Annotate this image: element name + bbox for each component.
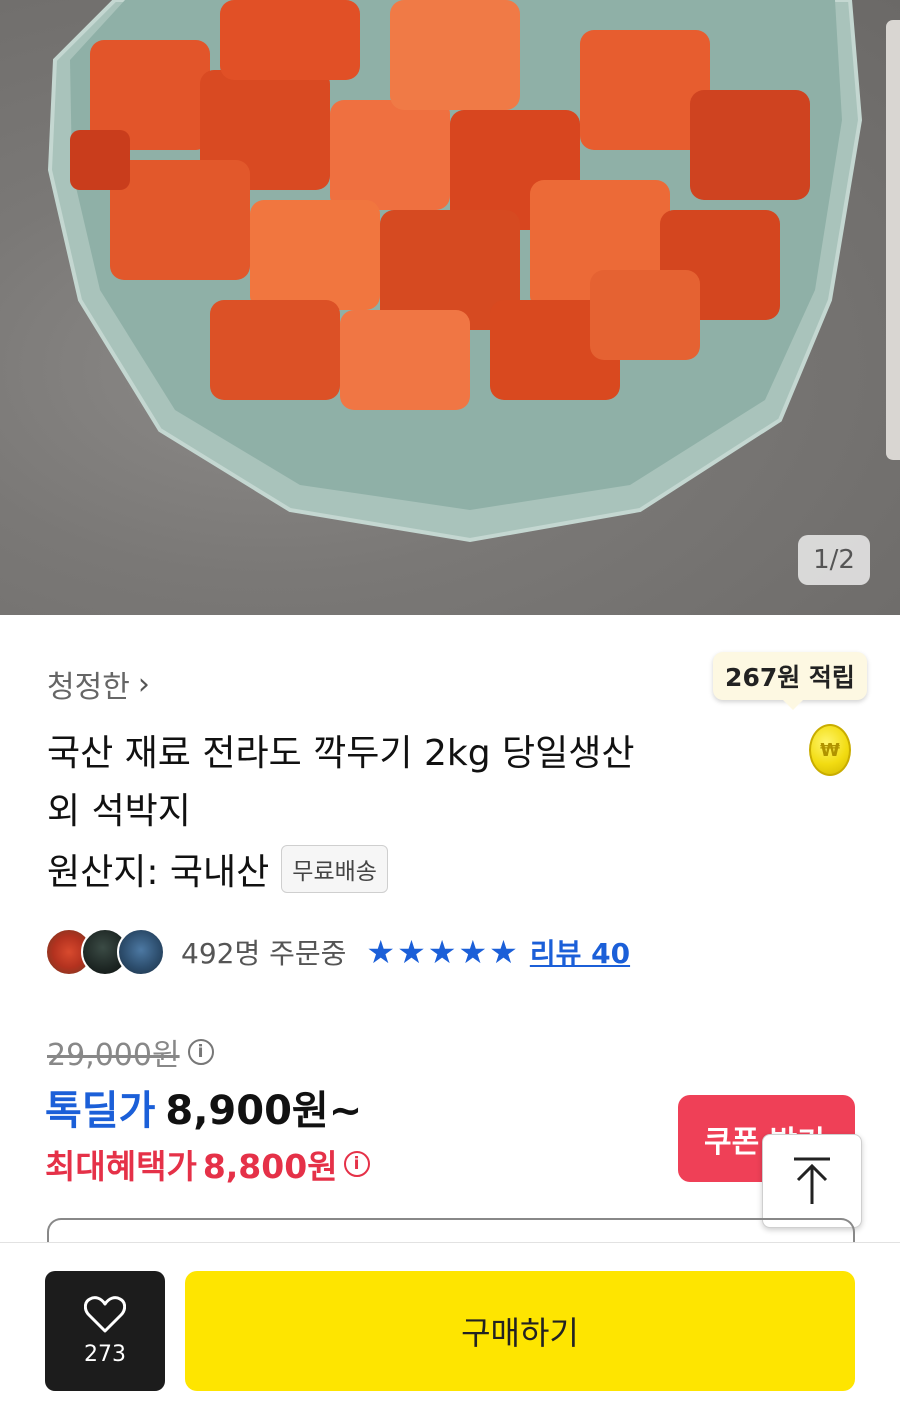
deal-label: 톡딜가 bbox=[45, 1088, 156, 1134]
info-icon[interactable]: i bbox=[343, 1151, 370, 1177]
seller-link[interactable]: 청정한 › bbox=[47, 662, 150, 706]
reward-label: 267원 적립 bbox=[725, 663, 855, 692]
chevron-right-icon: › bbox=[137, 666, 150, 702]
max-benefit-price: 8,800원 bbox=[202, 1147, 338, 1186]
product-title-line2: 외 석박지 bbox=[47, 791, 191, 832]
buyer-avatars bbox=[45, 928, 165, 976]
scroll-to-top-button[interactable] bbox=[762, 1134, 862, 1228]
bottom-action-bar: 273 구매하기 bbox=[0, 1242, 900, 1401]
star-icon: ★ bbox=[489, 933, 518, 971]
info-icon[interactable]: i bbox=[187, 1039, 214, 1065]
rating-stars: ★ ★ ★ ★ ★ bbox=[366, 933, 517, 971]
coin-icon[interactable]: ₩ bbox=[809, 724, 851, 776]
like-button[interactable]: 273 bbox=[45, 1271, 165, 1391]
buy-button[interactable]: 구매하기 bbox=[185, 1271, 855, 1391]
order-count: 492명 주문중 bbox=[181, 937, 347, 970]
social-row: 492명 주문중 ★ ★ ★ ★ ★ 리뷰 40 bbox=[45, 928, 630, 976]
original-price-row: 29,000원 i bbox=[47, 1030, 214, 1074]
product-image[interactable]: 1/2 bbox=[0, 0, 900, 615]
seller-name: 청정한 bbox=[47, 670, 130, 705]
heart-icon bbox=[84, 1295, 126, 1332]
deal-price: 8,900원~ bbox=[165, 1088, 363, 1134]
original-price: 29,000원 bbox=[47, 1038, 180, 1073]
image-page-indicator: 1/2 bbox=[798, 535, 870, 585]
max-benefit-label: 최대혜택가 bbox=[45, 1147, 197, 1186]
star-icon: ★ bbox=[427, 933, 457, 971]
product-title: 국산 재료 전라도 깍두기 2kg 당일생산 외 석박지 bbox=[47, 725, 687, 841]
product-title-line1: 국산 재료 전라도 깍두기 2kg 당일생산 bbox=[47, 733, 635, 774]
star-icon: ★ bbox=[366, 933, 396, 971]
max-benefit-row: 최대혜택가 8,800원 i bbox=[45, 1140, 370, 1188]
review-link[interactable]: 리뷰 40 bbox=[530, 932, 630, 972]
like-count: 273 bbox=[84, 1341, 126, 1367]
next-image-peek bbox=[886, 20, 900, 460]
star-icon: ★ bbox=[458, 933, 488, 971]
star-icon: ★ bbox=[397, 933, 426, 971]
origin-label: 원산지: 국내산 bbox=[47, 852, 270, 893]
deal-price-row: 톡딜가 8,900원~ bbox=[45, 1078, 362, 1136]
free-shipping-badge: 무료배송 bbox=[281, 845, 388, 893]
origin-row: 원산지: 국내산 무료배송 bbox=[47, 843, 388, 895]
arrow-up-to-top-icon bbox=[794, 1157, 830, 1204]
avatar bbox=[117, 928, 165, 976]
buy-button-label: 구매하기 bbox=[461, 1314, 579, 1352]
reward-tooltip: 267원 적립 bbox=[713, 652, 867, 710]
